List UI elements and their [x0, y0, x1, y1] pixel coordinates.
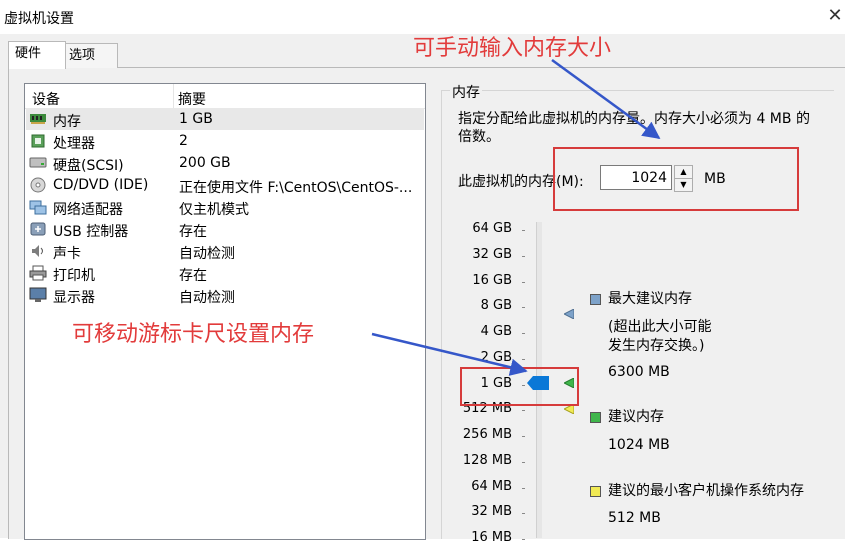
device-list[interactable]: 设备 摘要 内存 1 GB 处理器 2 硬盘(SCSI) 200 GB CD/D… [24, 83, 426, 540]
device-summary: 200 GB [179, 155, 231, 171]
recommended-swatch [590, 412, 601, 423]
scale-tick [522, 436, 525, 437]
device-summary: 存在 [179, 224, 207, 240]
close-button[interactable]: ✕ [826, 6, 844, 26]
device-summary: 2 [179, 133, 188, 149]
scale-label: 8 GB [480, 298, 512, 314]
memory-icon [29, 111, 47, 127]
memory-group-title: 内存 [450, 82, 482, 102]
max-recommended-title: 最大建议内存 [608, 291, 692, 307]
max-recommended-swatch [590, 294, 601, 305]
max-recommended-note-line2: 发生内存交换。) [608, 338, 705, 354]
scale-label: 4 GB [480, 324, 512, 339]
device-row-display[interactable]: 显示器 自动检测 [26, 284, 424, 306]
max-recommended-value: 6300 MB [608, 364, 670, 380]
device-row-memory[interactable]: 内存 1 GB [26, 108, 424, 130]
scale-label: 2 GB [480, 349, 512, 365]
recommended-value: 1024 MB [608, 437, 670, 453]
scale-tick [522, 487, 525, 489]
device-name: 网络适配器 [53, 202, 123, 218]
device-summary: 自动检测 [179, 246, 235, 262]
scale-tick [522, 255, 525, 257]
scale-tick [522, 333, 525, 334]
device-row-printer[interactable]: 打印机 存在 [26, 262, 424, 284]
max-recommended-marker [564, 309, 574, 319]
device-name: 声卡 [53, 246, 81, 262]
scale-tick [522, 281, 525, 283]
scale-label: 16 GB [472, 272, 512, 288]
hard-disk-icon [29, 155, 47, 171]
scale-tick [522, 358, 525, 360]
printer-icon [29, 265, 47, 281]
recommended-title: 建议内存 [608, 409, 664, 425]
scale-label: 64 GB [472, 221, 512, 236]
device-summary: 1 GB [179, 111, 213, 127]
title-bar [0, 0, 845, 34]
scale-tick [522, 307, 525, 309]
scale-tick [522, 539, 525, 540]
annotation-slider: 可移动游标卡尺设置内存 [72, 322, 315, 347]
min-guest-title: 建议的最小客户机操作系统内存 [608, 483, 804, 499]
column-separator[interactable] [173, 84, 174, 108]
tab-hardware[interactable]: 硬件 [8, 41, 66, 69]
device-name: CD/DVD (IDE) [53, 177, 149, 193]
max-recommended-note-line1: (超出此大小可能 [608, 319, 712, 335]
scale-tick [522, 230, 525, 231]
device-row-processor[interactable]: 处理器 2 [26, 130, 424, 152]
highlight-box-input [553, 147, 799, 211]
scale-tick [522, 410, 525, 412]
tab-options[interactable]: 选项 [62, 43, 118, 68]
scale-tick [522, 513, 525, 515]
usb-icon [29, 221, 47, 237]
memory-description: 指定分配给此虚拟机的内存量。内存大小必须为 4 MB 的倍数。 [458, 111, 810, 145]
highlight-box-slider [460, 367, 579, 406]
scale-label: 32 GB [472, 246, 512, 262]
column-header-device[interactable]: 设备 [32, 89, 60, 109]
scale-label: 32 MB [471, 504, 512, 520]
scale-label: 64 MB [471, 478, 512, 494]
display-icon [29, 287, 47, 303]
device-summary: 自动检测 [179, 290, 235, 306]
min-guest-swatch [590, 486, 601, 497]
device-name: 硬盘(SCSI) [53, 158, 124, 174]
device-summary: 正在使用文件 F:\CentOS\CentOS-... [179, 180, 413, 196]
device-row-cd-dvd[interactable]: CD/DVD (IDE) 正在使用文件 F:\CentOS\CentOS-... [26, 174, 424, 196]
window-title: 虚拟机设置 [4, 11, 74, 27]
device-name: 处理器 [53, 136, 95, 152]
cd-dvd-icon [29, 177, 47, 193]
device-summary: 存在 [179, 268, 207, 284]
column-header-summary[interactable]: 摘要 [178, 89, 206, 109]
scale-tick [522, 461, 525, 463]
device-row-hard-disk[interactable]: 硬盘(SCSI) 200 GB [26, 152, 424, 174]
device-summary: 仅主机模式 [179, 202, 249, 218]
network-adapter-icon [29, 199, 47, 215]
device-name: USB 控制器 [53, 224, 129, 240]
device-name: 显示器 [53, 290, 95, 306]
annotation-manual-input: 可手动输入内存大小 [413, 36, 612, 61]
device-row-sound-card[interactable]: 声卡 自动检测 [26, 240, 424, 262]
scale-label: 128 MB [462, 452, 512, 468]
min-guest-value: 512 MB [608, 510, 661, 526]
device-row-network-adapter[interactable]: 网络适配器 仅主机模式 [26, 196, 424, 218]
sound-card-icon [29, 243, 47, 259]
scale-label: 256 MB [462, 427, 512, 442]
processor-icon [29, 133, 47, 149]
device-list-header: 设备 摘要 [25, 84, 425, 109]
device-name: 打印机 [53, 268, 95, 284]
device-name: 内存 [53, 114, 81, 130]
device-row-usb-controller[interactable]: USB 控制器 存在 [26, 218, 424, 240]
